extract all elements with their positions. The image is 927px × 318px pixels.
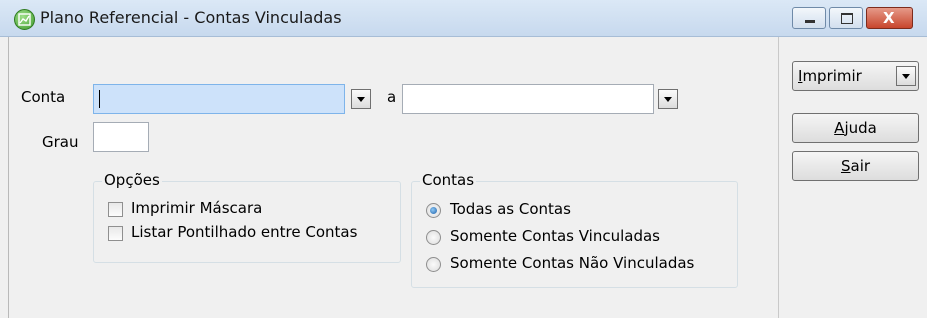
app-icon: [14, 9, 35, 30]
exit-mnemonic: S: [840, 157, 851, 175]
window-title: Plano Referencial - Contas Vinculadas: [40, 8, 342, 27]
listar-pontilhado-checkbox[interactable]: [108, 226, 123, 241]
chevron-down-icon: [902, 74, 910, 79]
print-options-dropdown-button[interactable]: [896, 66, 916, 86]
help-mnemonic: A: [834, 119, 845, 137]
imprimir-mascara-label[interactable]: Imprimir Máscara: [131, 199, 262, 217]
exit-label: air: [850, 157, 871, 175]
conta-to-input[interactable]: [402, 84, 654, 114]
text-caret: [99, 90, 100, 108]
minimize-icon: [805, 20, 815, 23]
somente-nao-vinculadas-label[interactable]: Somente Contas Não Vinculadas: [450, 254, 694, 272]
title-bar[interactable]: Plano Referencial - Contas Vinculadas X: [0, 0, 927, 37]
conta-from-input[interactable]: [93, 84, 345, 114]
opcoes-group: Opções Imprimir Máscara Listar Pontilhad…: [93, 171, 401, 263]
main-panel: Conta a Grau Opções Imprimir Máscara Lis…: [8, 37, 779, 318]
chevron-down-icon: [357, 97, 365, 102]
grau-input[interactable]: [93, 122, 149, 152]
minimize-button[interactable]: [792, 7, 826, 29]
print-label: mprimir: [802, 67, 862, 85]
conta-from-dropdown-button[interactable]: [351, 89, 371, 109]
help-button[interactable]: Ajuda: [792, 113, 919, 143]
close-icon: X: [883, 9, 895, 27]
somente-nao-vinculadas-radio[interactable]: [426, 257, 441, 272]
opcoes-group-title: Opções: [102, 171, 162, 189]
exit-button[interactable]: Sair: [792, 151, 919, 181]
conta-to-dropdown-button[interactable]: [658, 89, 678, 109]
somente-vinculadas-radio[interactable]: [426, 230, 441, 245]
conta-label: Conta: [21, 88, 66, 106]
grau-label: Grau: [42, 133, 79, 151]
help-label: juda: [844, 119, 877, 137]
somente-vinculadas-label[interactable]: Somente Contas Vinculadas: [450, 227, 660, 245]
print-button[interactable]: Imprimir: [792, 61, 919, 91]
contas-group-title: Contas: [420, 171, 477, 189]
contas-group: Contas Todas as Contas Somente Contas Vi…: [411, 171, 738, 288]
maximize-icon: [841, 13, 853, 24]
todas-contas-label[interactable]: Todas as Contas: [450, 200, 571, 218]
range-separator: a: [387, 88, 397, 106]
imprimir-mascara-checkbox[interactable]: [108, 202, 123, 217]
chevron-down-icon: [664, 97, 672, 102]
dialog-window: Plano Referencial - Contas Vinculadas X …: [0, 0, 927, 318]
todas-contas-radio[interactable]: [426, 203, 441, 218]
maximize-button[interactable]: [829, 7, 863, 29]
actions-panel: Imprimir Ajuda Sair: [778, 37, 927, 318]
close-button[interactable]: X: [866, 7, 913, 29]
listar-pontilhado-label[interactable]: Listar Pontilhado entre Contas: [131, 223, 357, 241]
